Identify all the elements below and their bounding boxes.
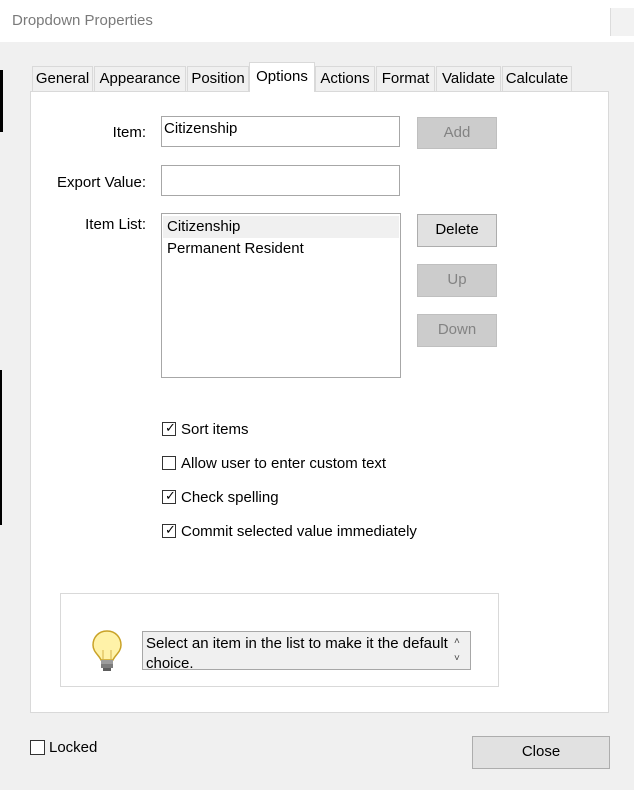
chevron-down-icon[interactable]: ˅ xyxy=(454,653,460,664)
down-button[interactable]: Down xyxy=(417,314,497,347)
commit-immediately-label[interactable]: Commit selected value immediately xyxy=(181,523,417,540)
list-item[interactable]: Permanent Resident xyxy=(163,238,399,260)
locked-label[interactable]: Locked xyxy=(49,739,97,756)
tab-options[interactable]: Options xyxy=(249,62,315,92)
item-input[interactable]: Citizenship xyxy=(161,116,400,147)
up-button[interactable]: Up xyxy=(417,264,497,297)
check-spelling-label[interactable]: Check spelling xyxy=(181,489,279,506)
tab-label: Format xyxy=(381,70,430,87)
export-value-input[interactable] xyxy=(161,165,400,196)
window-title: Dropdown Properties xyxy=(12,12,153,29)
checkmark-icon: ✓ xyxy=(165,420,176,435)
checkmark-icon: ✓ xyxy=(165,522,176,537)
background-edge-lower xyxy=(0,370,2,525)
export-value-label: Export Value: xyxy=(57,174,146,191)
tab-label: Options xyxy=(256,68,308,85)
check-spelling-checkbox[interactable]: ✓ xyxy=(162,488,176,504)
item-label: Item: xyxy=(112,124,146,141)
background-edge xyxy=(0,70,3,132)
sort-items-label[interactable]: Sort items xyxy=(181,421,249,438)
tab-label: Position xyxy=(191,70,245,87)
close-button[interactable]: Close xyxy=(472,736,610,769)
commit-immediately-checkbox[interactable]: ✓ xyxy=(162,522,176,538)
tab-format[interactable]: Format xyxy=(376,66,435,91)
tab-actions[interactable]: Actions xyxy=(315,66,375,91)
tab-general[interactable]: General xyxy=(32,66,93,91)
hint-text-box[interactable]: Select an item in the list to make it th… xyxy=(142,631,471,670)
tab-appearance[interactable]: Appearance xyxy=(94,66,186,91)
window-close-button[interactable] xyxy=(610,8,634,36)
hint-text: Select an item in the list to make it th… xyxy=(146,635,448,670)
tab-label: Actions xyxy=(320,70,370,87)
tab-label: Calculate xyxy=(505,70,569,87)
sort-items-checkbox[interactable]: ✓ xyxy=(162,420,176,436)
add-button[interactable]: Add xyxy=(417,117,497,149)
tab-calculate[interactable]: Calculate xyxy=(502,66,572,91)
tab-label: Validate xyxy=(441,70,496,87)
list-item[interactable]: Citizenship xyxy=(163,216,399,238)
tab-label: Appearance xyxy=(99,70,181,87)
delete-button[interactable]: Delete xyxy=(417,214,497,247)
checkmark-icon: ✓ xyxy=(165,488,176,503)
item-list-label: Item List: xyxy=(85,216,146,233)
tab-position[interactable]: Position xyxy=(187,66,249,91)
allow-custom-text-label[interactable]: Allow user to enter custom text xyxy=(181,455,386,472)
allow-custom-text-checkbox[interactable] xyxy=(162,456,176,470)
lightbulb-icon xyxy=(90,628,124,674)
tab-validate[interactable]: Validate xyxy=(436,66,501,91)
chevron-up-icon[interactable]: ˄ xyxy=(454,636,460,647)
locked-checkbox[interactable] xyxy=(30,740,45,755)
item-list[interactable]: Citizenship Permanent Resident xyxy=(161,213,401,378)
tab-label: General xyxy=(35,70,90,87)
